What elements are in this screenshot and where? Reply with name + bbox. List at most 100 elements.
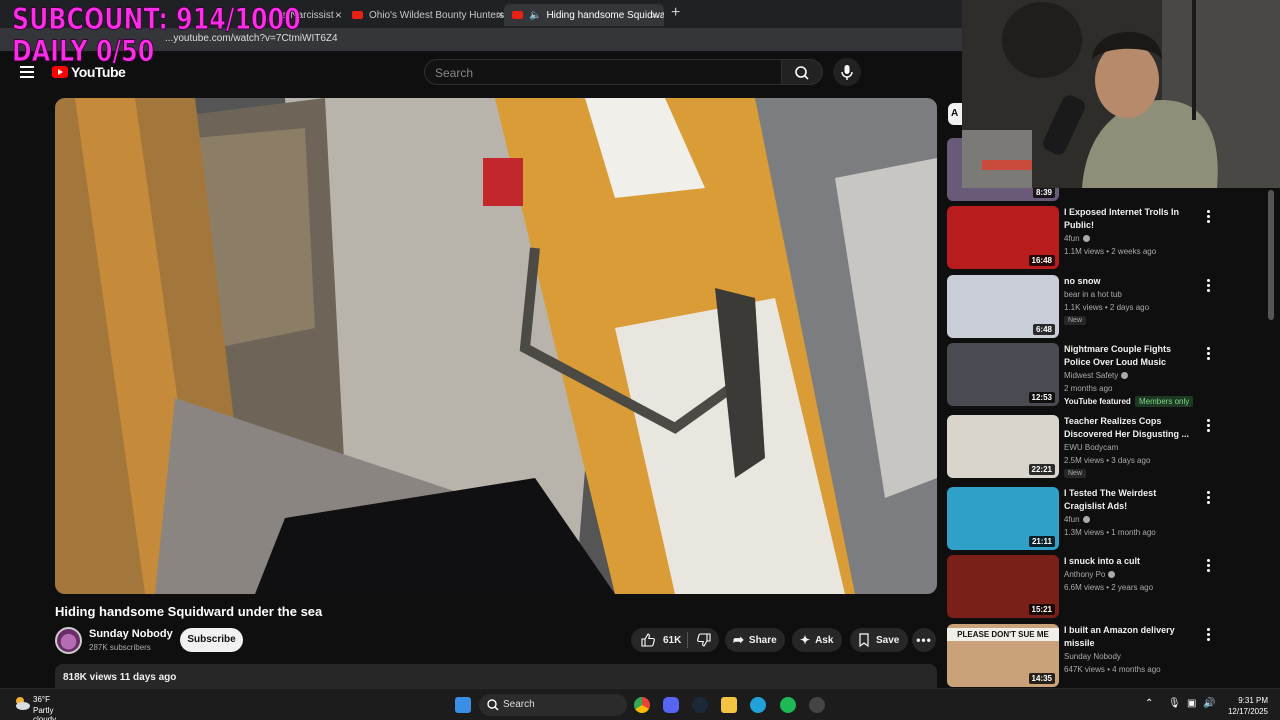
video-player[interactable] (55, 98, 937, 594)
recommended-channel-name[interactable]: 4fun (1064, 515, 1090, 524)
taskbar-search-label: Search (503, 699, 535, 710)
new-badge: New (1064, 316, 1087, 325)
more-vertical-icon[interactable] (1207, 418, 1211, 434)
search-button[interactable] (781, 59, 823, 85)
channel-label: Midwest Safety (1064, 371, 1119, 380)
screen: a Narcissist - Y × Ohio's Wildest Bounty… (0, 0, 1280, 720)
video-thumbnail[interactable]: PLEASE DON'T SUE ME 14:35 (947, 624, 1059, 687)
save-button[interactable]: Save (850, 628, 908, 652)
subcount-text: SUBCOUNT: 914/1000 (12, 2, 301, 36)
channel-name[interactable]: Sunday Nobody (89, 628, 173, 640)
recommended-video-item[interactable]: 6:48 no snow bear in a hot tub 1.1K views •… (947, 275, 1267, 339)
recommended-video-title[interactable]: I Tested The Weirdest Cragislist Ads! (1064, 487, 1199, 513)
edge-icon[interactable] (750, 697, 766, 713)
video-thumbnail[interactable]: 12:53 (947, 343, 1059, 406)
steam-icon[interactable] (692, 697, 708, 713)
spotify-icon[interactable] (780, 697, 796, 713)
close-tab-icon[interactable]: × (497, 8, 504, 22)
discord-icon[interactable] (663, 697, 679, 713)
channel-avatar[interactable] (55, 627, 82, 654)
more-vertical-icon[interactable] (1207, 346, 1211, 362)
recommended-video-item[interactable]: 12:53 Nightmare Couple Fights Police Over… (947, 343, 1267, 407)
recommended-channel-name[interactable]: Sunday Nobody (1064, 652, 1121, 661)
weather-condition: Partly cloudy (33, 706, 57, 720)
video-thumbnail[interactable]: 22:21 (947, 415, 1059, 478)
like-button[interactable]: 61K (631, 628, 685, 652)
start-windows-icon[interactable] (455, 697, 471, 713)
recommended-video-item[interactable]: PLEASE DON'T SUE ME 14:35 I built an Amazo… (947, 624, 1267, 688)
new-tab-icon[interactable]: + (671, 4, 680, 22)
more-vertical-icon[interactable] (1207, 278, 1211, 294)
verified-check-icon (1082, 235, 1090, 242)
video-thumbnail[interactable]: 16:48 (947, 206, 1059, 269)
thumbs-up-icon (641, 633, 655, 647)
share-label: Share (748, 634, 777, 646)
recommended-channel-name[interactable]: bear in a hot tub (1064, 290, 1122, 299)
search-input[interactable]: Search (424, 59, 782, 85)
views-and-age: 1.1M views • 2 weeks ago (1064, 247, 1157, 256)
network-icon[interactable]: ▣ (1187, 698, 1196, 709)
channel-label: Anthony Po (1064, 570, 1106, 579)
tab-hiding-squidward[interactable]: 🔈 Hiding handsome Squidward × (504, 4, 664, 26)
channel-label: 4fun (1064, 234, 1080, 243)
tab-bounty-hunters[interactable]: Ohio's Wildest Bounty Hunters - Y × (352, 4, 504, 26)
sidebar-scrollbar[interactable] (1268, 190, 1274, 320)
recommended-video-title[interactable]: I Exposed Internet Trolls In Public! (1064, 206, 1199, 232)
more-vertical-icon[interactable] (1207, 490, 1211, 506)
chevron-up-icon[interactable]: ⌃ (1145, 698, 1153, 709)
recommended-channel-name[interactable]: EWU Bodycam (1064, 443, 1118, 452)
recommended-channel-name[interactable]: Midwest Safety (1064, 371, 1129, 380)
video-thumbnail[interactable]: 21:11 (947, 487, 1059, 550)
dislike-button[interactable] (691, 628, 719, 652)
recommended-video-item[interactable]: 21:11 I Tested The Weirdest Cragislist Ad… (947, 487, 1267, 551)
voice-search-button[interactable] (833, 58, 861, 86)
microphone-icon[interactable]: 🎙 (1168, 698, 1181, 709)
close-tab-icon[interactable]: × (335, 8, 342, 22)
recommended-video-title[interactable]: Nightmare Couple Fights Police Over Loud… (1064, 343, 1199, 369)
video-duration: 22:21 (1028, 464, 1055, 475)
subscribe-button[interactable]: Subscribe (180, 628, 243, 652)
views-and-age: 1.3M views • 1 month ago (1064, 528, 1156, 537)
volume-icon[interactable]: 🔊 (1203, 698, 1215, 709)
recommended-video-item[interactable]: 15:21 I snuck into a cult Anthony Po 6.6M v… (947, 555, 1267, 619)
more-vertical-icon[interactable] (1207, 627, 1211, 643)
app-icon[interactable] (809, 697, 825, 713)
channel-label: 4fun (1064, 515, 1080, 524)
recommended-video-title[interactable]: I built an Amazon delivery missile (1064, 624, 1199, 650)
ask-button[interactable]: ✦ Ask (792, 628, 842, 652)
recommended-channel-name[interactable]: Anthony Po (1064, 570, 1116, 579)
video-thumbnail[interactable]: 15:21 (947, 555, 1059, 618)
chrome-icon[interactable] (634, 697, 650, 713)
stream-sub-goal-overlay: SUBCOUNT: 914/1000 DAILY 0/50 (12, 2, 301, 68)
search-icon (487, 699, 499, 711)
partly-cloudy-icon (16, 697, 30, 710)
new-badge: New (1064, 469, 1087, 478)
recommended-video-item[interactable]: 16:48 I Exposed Internet Trolls In Public… (947, 206, 1267, 270)
members-only-badge: Members only (1135, 396, 1194, 407)
file-explorer-icon[interactable] (721, 697, 737, 713)
recommended-channel-name[interactable]: 4fun (1064, 234, 1090, 243)
more-vertical-icon[interactable] (1207, 558, 1211, 574)
video-duration: 14:35 (1028, 673, 1055, 684)
more-actions-button[interactable]: ••• (912, 628, 936, 652)
share-button[interactable]: ➦ Share (725, 628, 785, 652)
windows-taskbar: 36°F Partly cloudy Search ⌃ 🎙 ▣ 🔊 9:31 P… (0, 688, 1280, 720)
filter-chip-all[interactable]: A (948, 103, 962, 125)
views-and-age: 647K views • 4 months ago (1064, 665, 1161, 674)
channel-label: Sunday Nobody (1064, 652, 1121, 661)
close-tab-icon[interactable]: × (651, 8, 658, 22)
verified-check-icon (1108, 571, 1116, 578)
recommended-video-item[interactable]: 22:21 Teacher Realizes Cops Discovered He… (947, 415, 1267, 479)
recommended-video-title[interactable]: I snuck into a cult (1064, 555, 1199, 568)
system-clock[interactable]: 9:31 PM 12/17/2025 (1220, 695, 1268, 717)
video-thumbnail[interactable]: 6:48 (947, 275, 1059, 338)
taskbar-search[interactable]: Search (479, 694, 627, 716)
divider (687, 632, 688, 648)
weather-widget[interactable]: 36°F Partly cloudy (12, 693, 56, 720)
daily-goal-text: DAILY 0/50 (12, 34, 155, 68)
recommended-video-title[interactable]: Teacher Realizes Cops Discovered Her Dis… (1064, 415, 1199, 441)
more-vertical-icon[interactable] (1207, 209, 1211, 225)
thumbs-down-icon (697, 633, 711, 647)
recommended-video-title[interactable]: no snow (1064, 275, 1199, 288)
featured-label: YouTube featured (1064, 397, 1131, 406)
